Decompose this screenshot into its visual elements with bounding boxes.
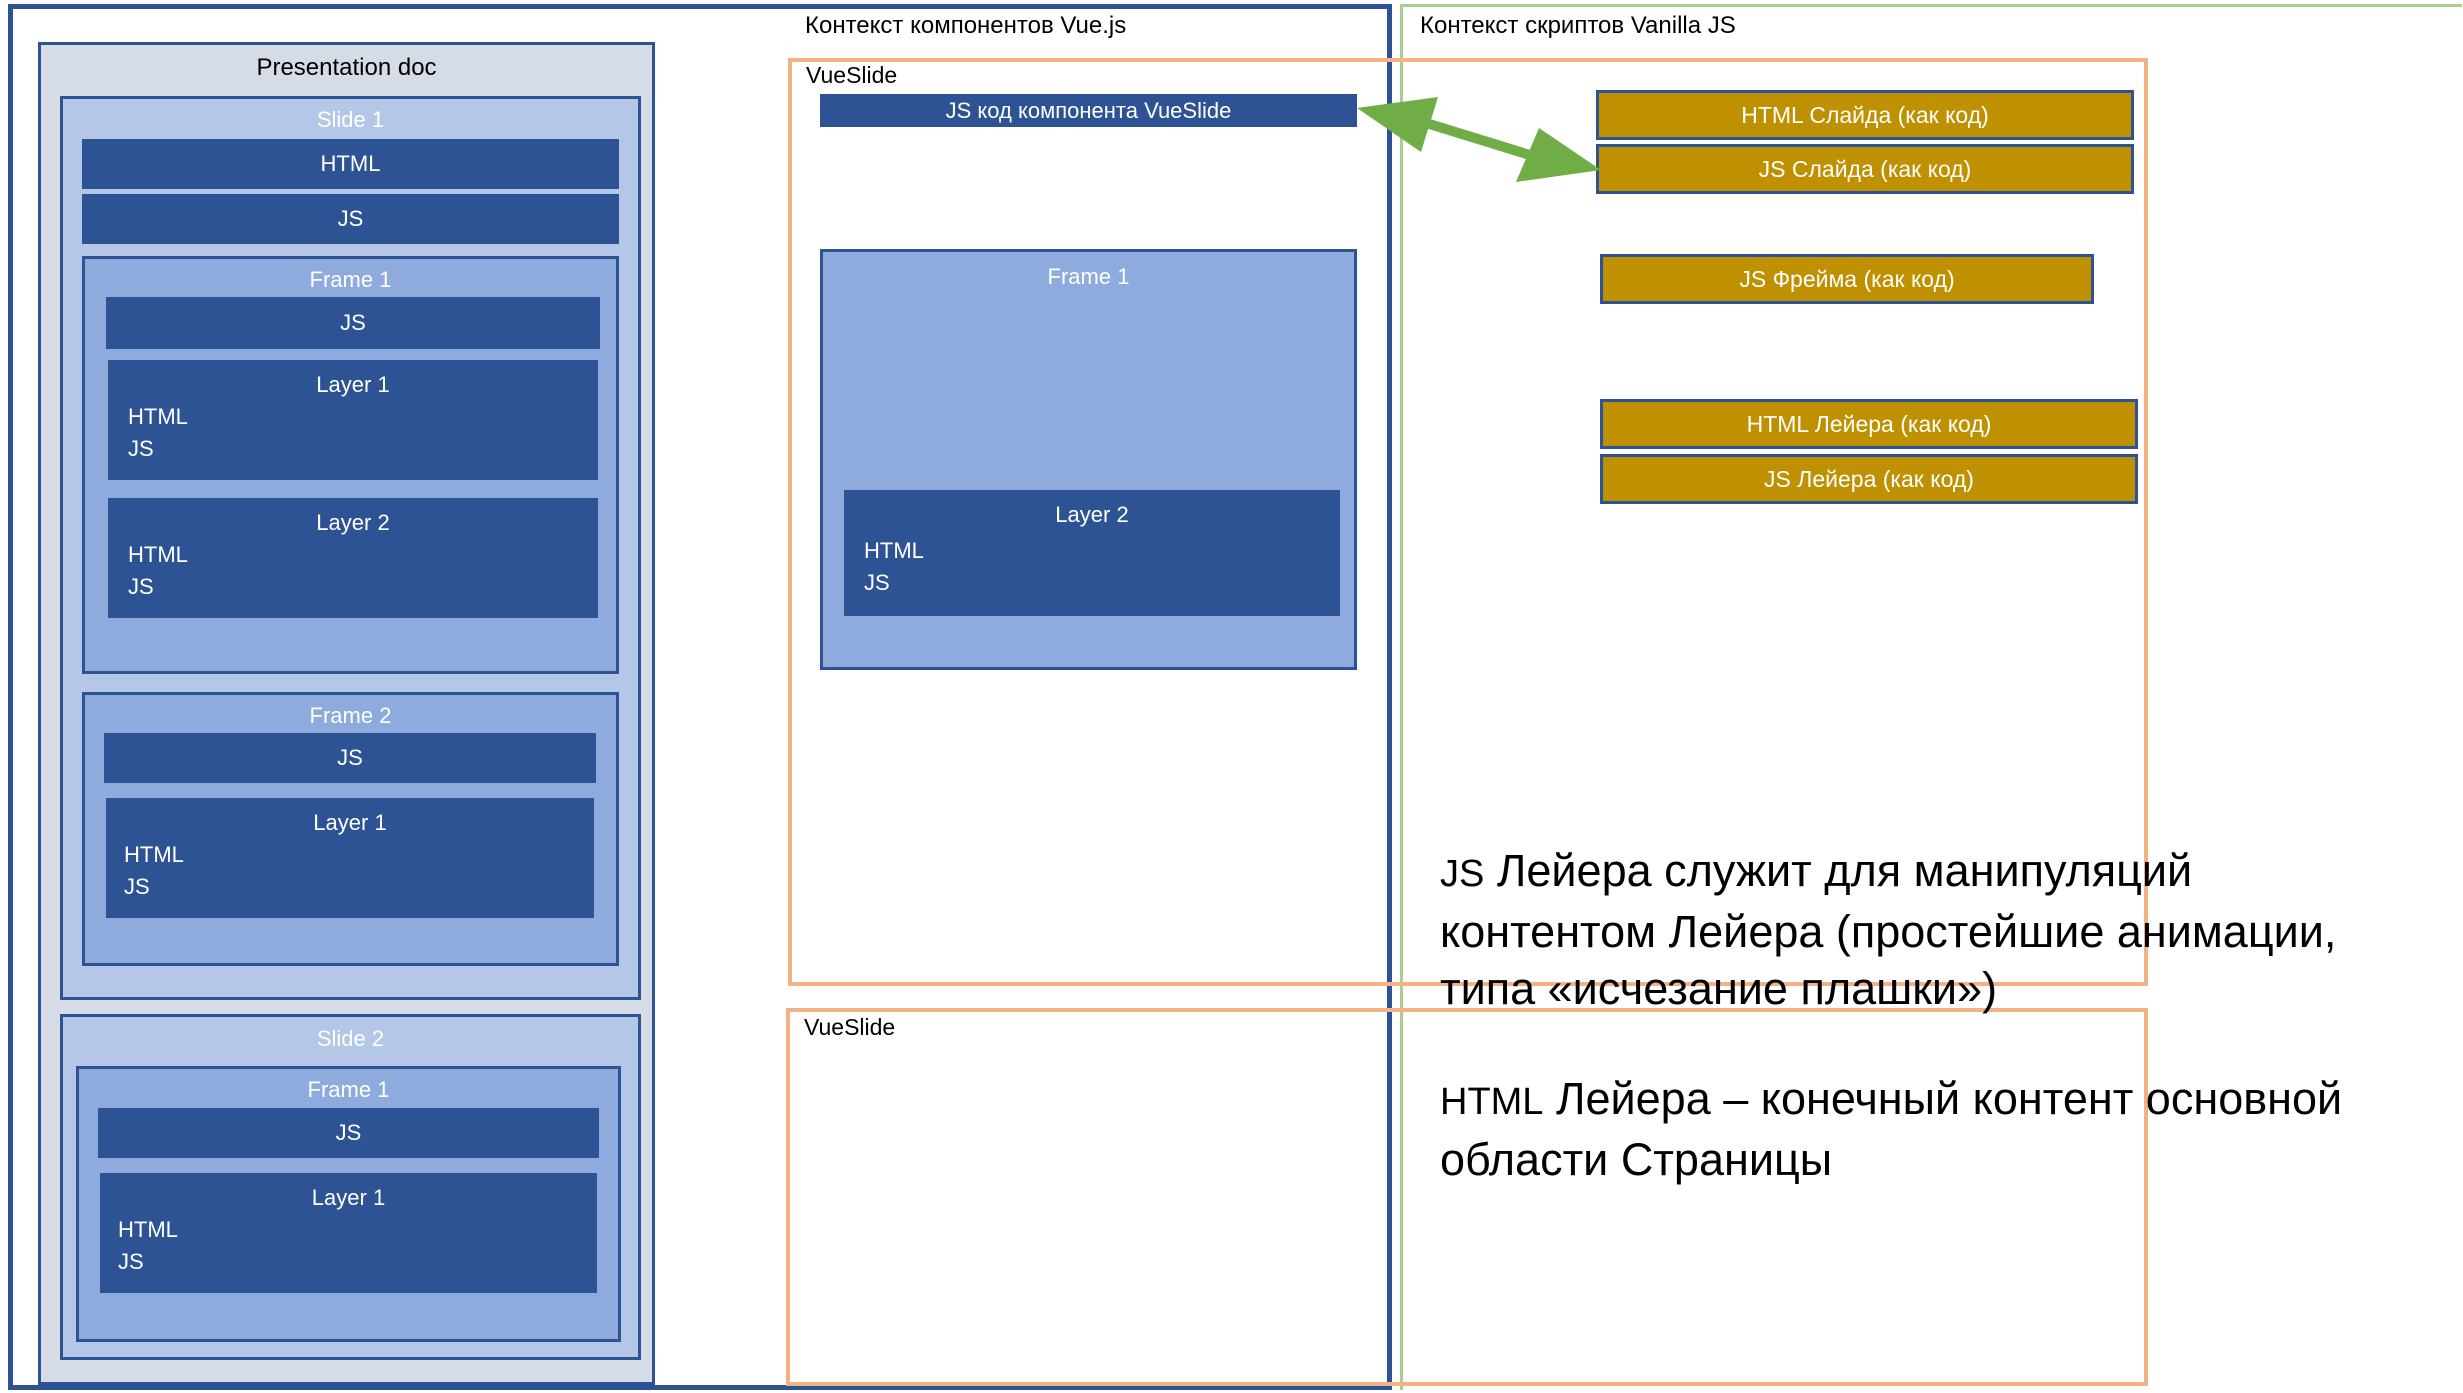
layer-js-note: JS Лейера служит для манипуляций контент… <box>1440 842 2450 1017</box>
vueslide-layer-2: Layer 2 HTML JS <box>844 490 1340 616</box>
layer-title: Layer 2 <box>316 510 390 535</box>
presentation-doc-title: Presentation doc <box>256 54 437 81</box>
slide-1-frame-1-title: Frame 1 <box>309 267 392 292</box>
layer-js-note-line-2: контентом Лейера (простейшие анимации, <box>1440 906 2337 957</box>
layer-js: JS <box>118 1249 144 1274</box>
layer-title: Layer 1 <box>316 372 390 397</box>
layer-js-note-line-1: JS Лейера служит для манипуляций <box>1440 842 2450 903</box>
slide-1-js: JS <box>82 194 619 244</box>
layer-html: HTML <box>864 538 924 563</box>
slide-1-frame-2-js: JS <box>104 733 596 783</box>
layer-js-term: JS <box>1440 853 1485 895</box>
layer-js: JS <box>864 570 890 595</box>
vueslide-1-label: VueSlide <box>806 62 898 88</box>
slide-js-code: JS Слайда (как код) <box>1596 144 2134 194</box>
vueslide-2 <box>786 1008 2148 1386</box>
slide-1-frame-1-js: JS <box>106 297 600 349</box>
layer-js: JS <box>128 574 154 599</box>
vueslide-2-label: VueSlide <box>804 1014 896 1040</box>
slide-1-title: Slide 1 <box>316 107 385 132</box>
slide-2-title: Slide 2 <box>316 1026 385 1051</box>
layer-title: Layer 2 <box>1055 502 1129 527</box>
layer-js-note-text: Лейера служит для манипуляций <box>1484 845 2193 896</box>
layer-html-note-text: Лейера – конечный контент основной <box>1543 1073 2343 1124</box>
layer-html-note-line-2: области Страницы <box>1440 1134 1833 1185</box>
layer-html-note-line-1: HTML Лейера – конечный контент основной <box>1440 1070 2450 1131</box>
layer-title: Layer 1 <box>311 1185 386 1210</box>
vueslide-frame-1-title: Frame 1 <box>1047 264 1130 289</box>
layer-html: HTML <box>124 842 184 867</box>
layer-js: JS <box>124 874 150 899</box>
slide-1-frame-1-layer-2: Layer 2 HTML JS <box>106 496 600 620</box>
vanilla-context-label: Контекст скриптов Vanilla JS <box>1420 12 1736 39</box>
layer-js-code: JS Лейера (как код) <box>1600 454 2138 504</box>
frame-js-code: JS Фрейма (как код) <box>1600 254 2094 304</box>
slide-html-code: HTML Слайда (как код) <box>1596 90 2134 140</box>
slide-1-html: HTML <box>82 139 619 189</box>
slide-1-frame-1-layer-1: Layer 1 HTML JS <box>106 358 600 482</box>
layer-html-term: HTML <box>1440 1081 1544 1123</box>
slide-2-frame-1-js: JS <box>98 1108 599 1158</box>
layer-js-note-line-3: типа «исчезание плашки») <box>1440 963 1998 1014</box>
double-arrow-icon <box>1357 97 1601 182</box>
vueslide-component-code: JS код компонента VueSlide <box>820 94 1357 127</box>
layer-html-note: HTML Лейера – конечный контент основной … <box>1440 1070 2450 1188</box>
layer-html-code: HTML Лейера (как код) <box>1600 399 2138 449</box>
layer-html: HTML <box>118 1217 178 1242</box>
layer-title: Layer 1 <box>313 810 387 835</box>
vue-context-label: Контекст компонентов Vue.js <box>805 12 1127 39</box>
slide-2-frame-1-layer-1: Layer 1 HTML JS <box>98 1171 599 1295</box>
layer-html: HTML <box>128 542 188 567</box>
slide-1-frame-2-title: Frame 2 <box>309 703 392 728</box>
slide-1-frame-2-layer-1: Layer 1 HTML JS <box>104 796 596 920</box>
slide-2-frame-1-title: Frame 1 <box>307 1077 390 1102</box>
layer-html: HTML <box>128 404 188 429</box>
layer-js: JS <box>128 436 154 461</box>
